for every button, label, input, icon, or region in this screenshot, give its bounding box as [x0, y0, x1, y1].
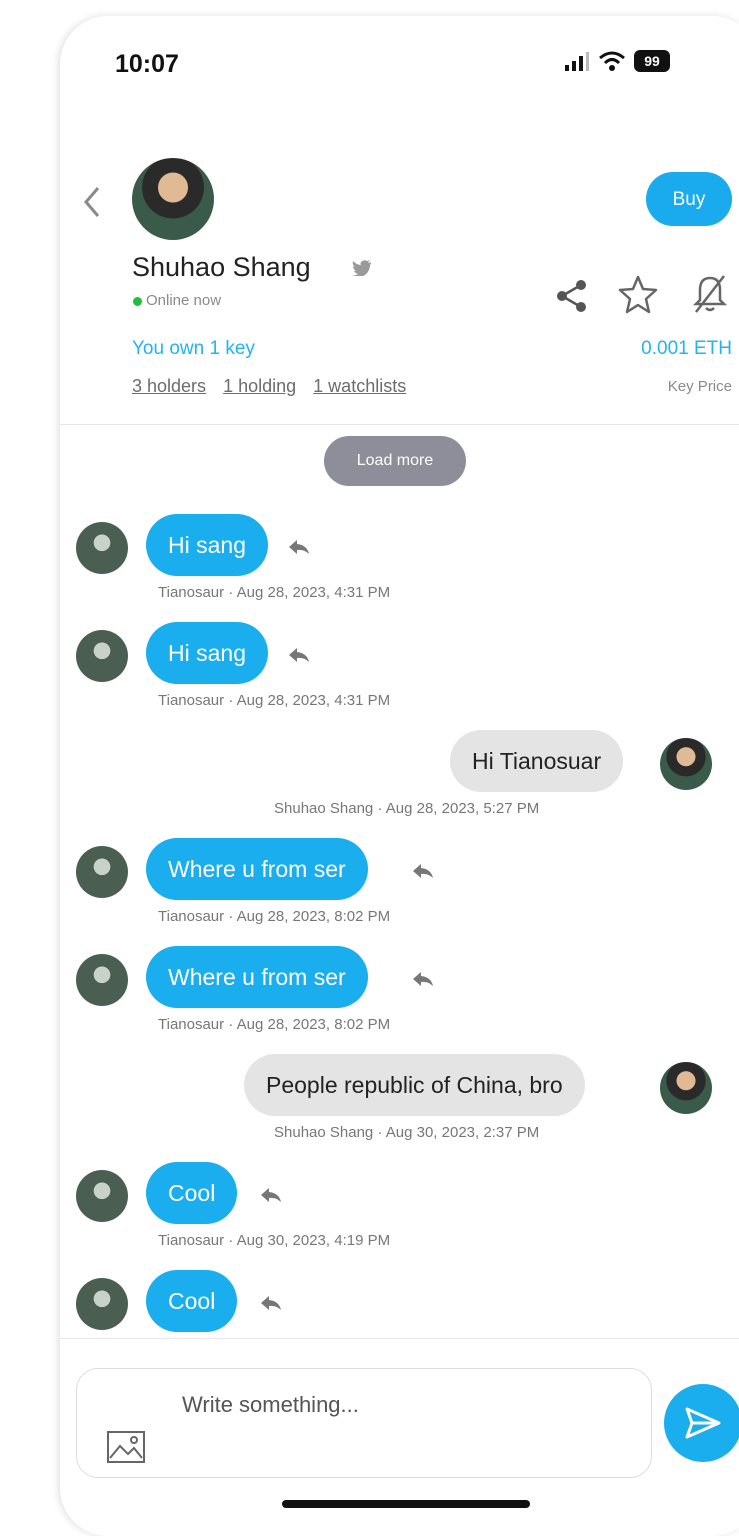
key-price-label: Key Price — [667, 378, 732, 395]
sender-avatar[interactable] — [76, 846, 128, 898]
profile-name: Shuhao Shang — [132, 252, 311, 282]
message-bubble[interactable]: Hi sang — [146, 622, 268, 684]
composer-divider — [60, 1338, 739, 1339]
message-bubble[interactable]: Cool — [146, 1162, 238, 1224]
online-status: Online now — [146, 292, 222, 309]
own-keys-text: You own 1 key — [132, 338, 255, 359]
holding-link[interactable]: 1 holding — [223, 376, 296, 396]
reply-icon[interactable] — [288, 538, 310, 556]
reply-icon[interactable] — [412, 970, 434, 988]
message-bubble[interactable]: Where u from ser — [146, 946, 368, 1008]
share-icon[interactable] — [554, 278, 590, 314]
message-bubble[interactable]: Where u from ser — [146, 838, 368, 900]
online-indicator — [133, 297, 142, 306]
buy-button[interactable]: Buy — [646, 172, 732, 226]
message-meta: Tianosaur · Aug 28, 2023, 4:31 PM — [158, 584, 391, 601]
sender-avatar[interactable] — [76, 630, 128, 682]
image-icon[interactable] — [106, 1430, 146, 1464]
reply-icon[interactable] — [260, 1294, 282, 1312]
profile-stats: 3 holders 1 holding 1 watchlists — [132, 376, 418, 397]
message-bubble[interactable]: Cool — [146, 1270, 238, 1332]
sender-avatar[interactable] — [76, 954, 128, 1006]
message-bubble[interactable]: People republic of China, bro — [244, 1054, 585, 1116]
send-icon — [685, 1407, 721, 1439]
message-meta: Tianosaur · Aug 30, 2023, 4:19 PM — [158, 1232, 391, 1249]
signal-icon — [565, 52, 589, 71]
watchlists-link[interactable]: 1 watchlists — [313, 376, 406, 396]
my-avatar[interactable] — [660, 1062, 712, 1114]
message-meta: Tianosaur · Aug 28, 2023, 8:02 PM — [158, 1016, 391, 1033]
send-button[interactable] — [664, 1384, 739, 1462]
sender-avatar[interactable] — [76, 1278, 128, 1330]
status-icons: 99 — [564, 50, 670, 72]
sender-avatar[interactable] — [76, 1170, 128, 1222]
message-meta: Tianosaur · Aug 28, 2023, 8:02 PM — [158, 908, 391, 925]
reply-icon[interactable] — [260, 1186, 282, 1204]
star-icon[interactable] — [618, 274, 658, 314]
message-meta: Shuhao Shang · Aug 28, 2023, 5:27 PM — [274, 800, 540, 817]
battery-indicator: 99 — [634, 50, 670, 72]
message-bubble[interactable]: Hi Tianosuar — [450, 730, 624, 792]
reply-icon[interactable] — [412, 862, 434, 880]
chat-screen: 10:07 99 Shuhao Shang Online now You own… — [60, 16, 739, 1536]
load-more-button[interactable]: Load more — [324, 436, 466, 486]
message-meta: Tianosaur · Aug 28, 2023, 4:31 PM — [158, 692, 391, 709]
my-avatar[interactable] — [660, 738, 712, 790]
status-time: 10:07 — [115, 50, 179, 78]
key-price-value: 0.001 ETH — [641, 338, 732, 359]
profile-avatar[interactable] — [132, 158, 214, 240]
wifi-icon — [599, 51, 625, 71]
message-bubble[interactable]: Hi sang — [146, 514, 268, 576]
message-input[interactable] — [180, 1384, 634, 1426]
sender-avatar[interactable] — [76, 522, 128, 574]
bell-off-icon[interactable] — [690, 272, 730, 316]
message-meta: Shuhao Shang · Aug 30, 2023, 2:37 PM — [274, 1124, 540, 1141]
chevron-left-icon[interactable] — [80, 184, 104, 220]
home-indicator[interactable] — [282, 1500, 530, 1508]
header-divider — [60, 424, 739, 425]
reply-icon[interactable] — [288, 646, 310, 664]
holders-link[interactable]: 3 holders — [132, 376, 206, 396]
twitter-icon[interactable] — [352, 260, 372, 276]
